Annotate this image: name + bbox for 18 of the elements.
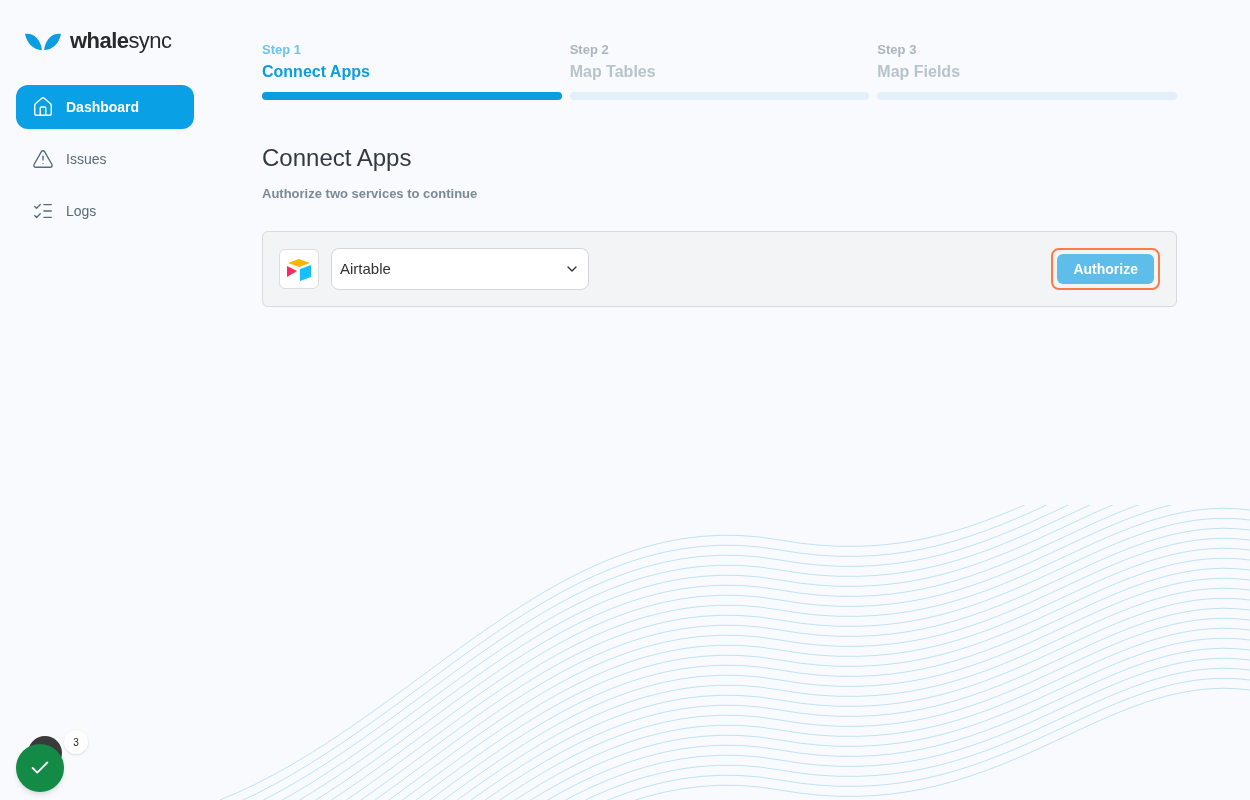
sidebar-item[interactable]: Logs (16, 189, 194, 233)
page-subtitle: Authorize two services to continue (262, 184, 479, 203)
step-title: Connect Apps (262, 61, 371, 82)
step-title: Map Fields (877, 61, 962, 82)
app-logo-icon (279, 249, 319, 289)
step-number: Step 2 (569, 41, 610, 59)
sidebar-item[interactable]: Dashboard (16, 85, 194, 129)
status-check-button[interactable] (16, 744, 64, 792)
page-title: Connect Apps (262, 142, 413, 173)
count-badge: 3 (64, 730, 88, 754)
step-number: Step 3 (877, 41, 918, 59)
sidebar-item[interactable]: Issues (16, 137, 194, 181)
step-title: Map Tables (569, 61, 657, 82)
home-icon (32, 96, 54, 118)
logo-wordmark: whalesync (70, 27, 172, 55)
step-number: Step 1 (262, 41, 302, 59)
warning-icon (32, 148, 54, 170)
app-select[interactable]: Airtable (331, 248, 589, 290)
